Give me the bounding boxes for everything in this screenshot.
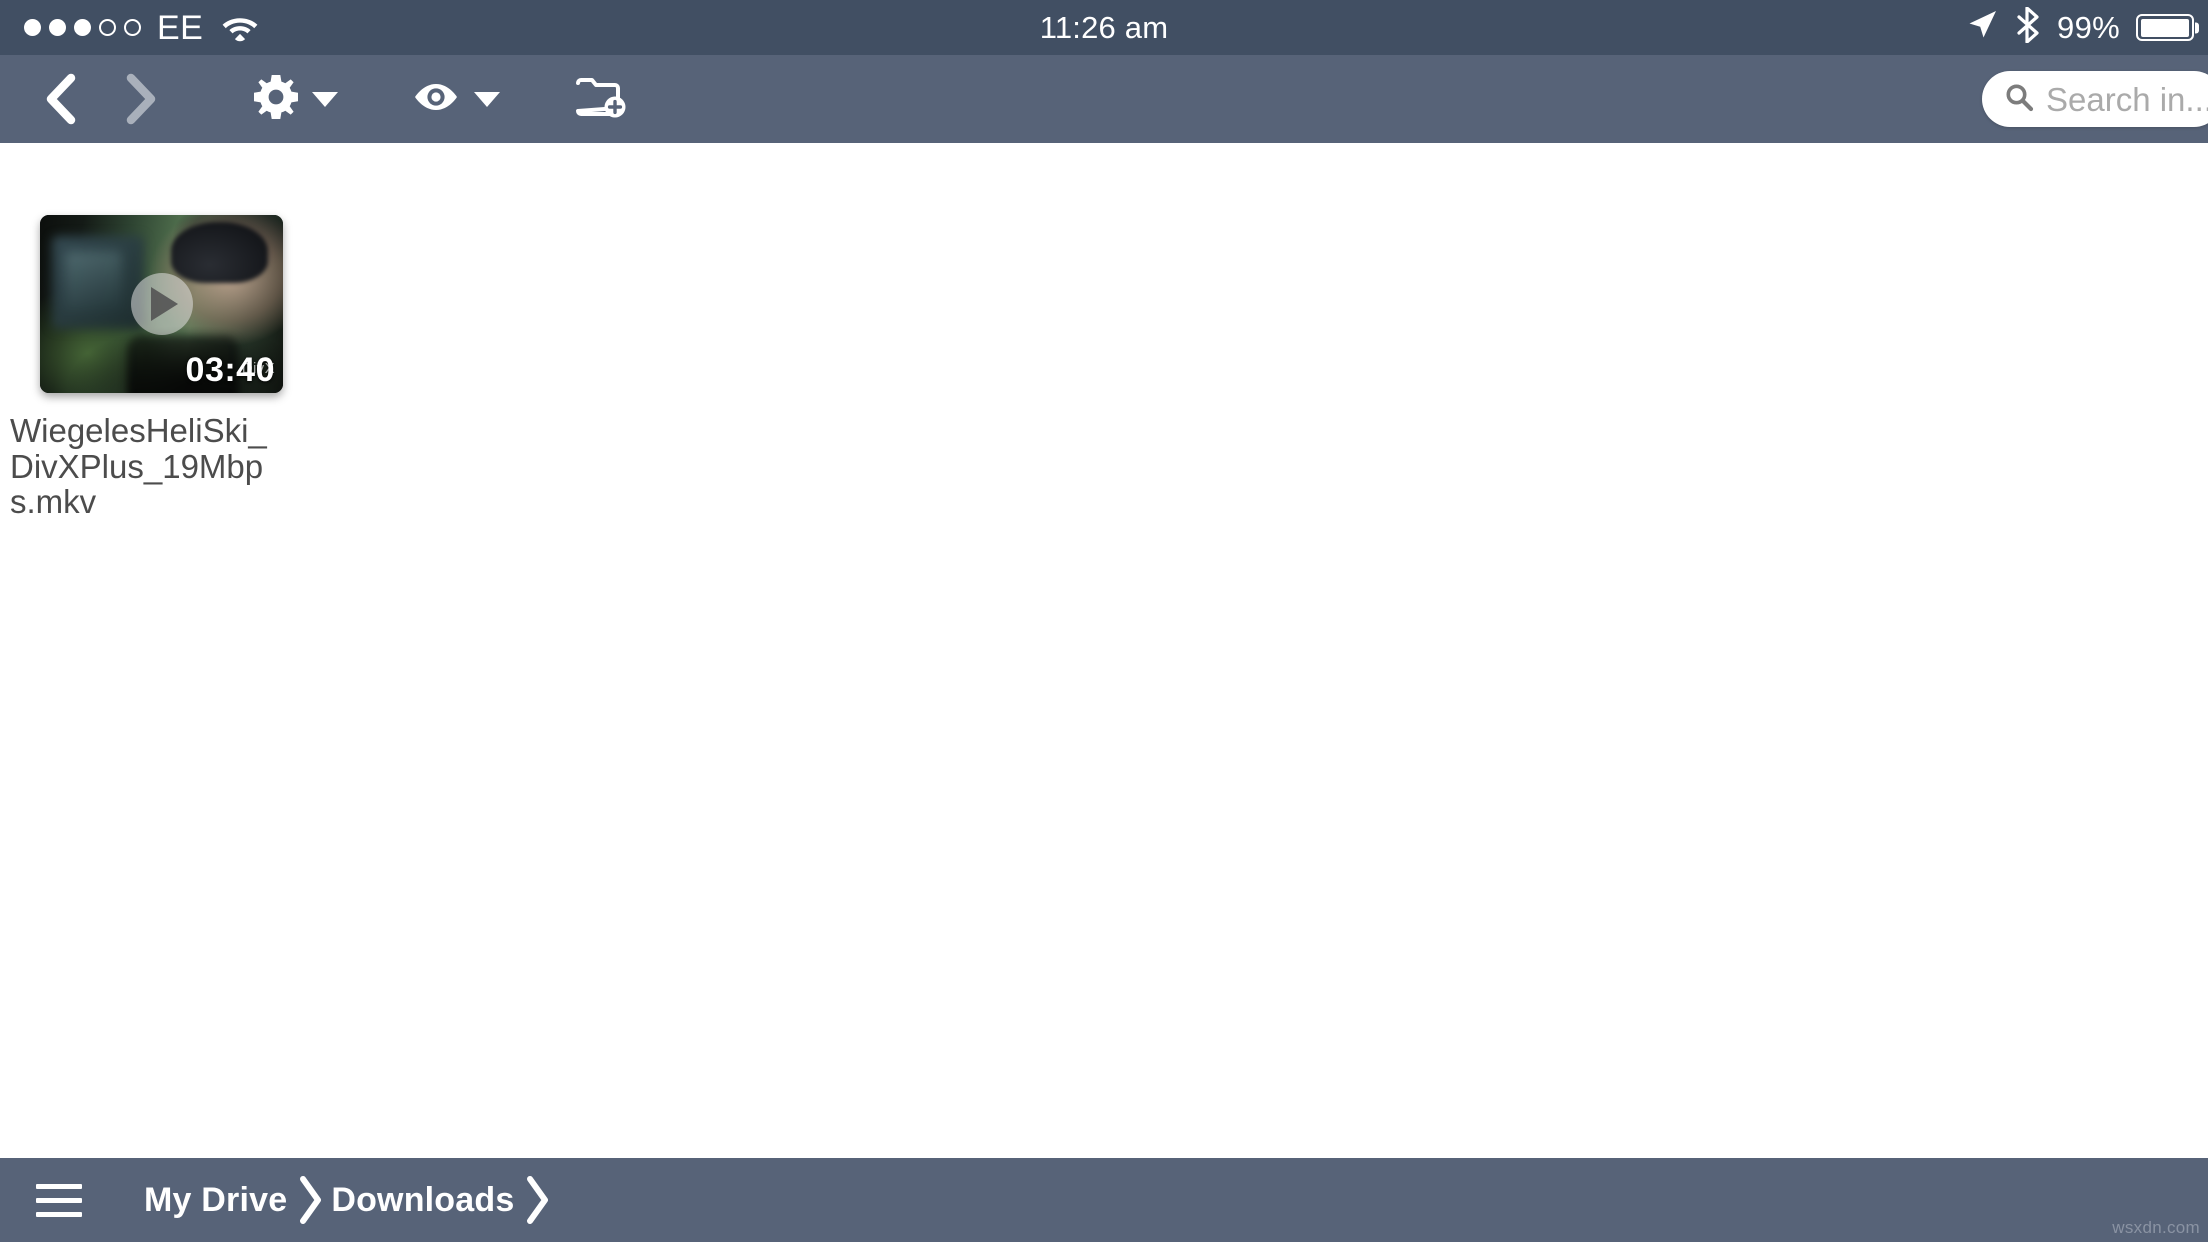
hamburger-menu-icon[interactable] (36, 1183, 82, 1217)
settings-caret-down-icon (312, 91, 338, 107)
breadcrumb-item-downloads[interactable]: Downloads (331, 1183, 514, 1217)
thumbnail-watermark: DivX (241, 360, 275, 377)
search-input-placeholder: Search in... (2046, 80, 2208, 118)
breadcrumb: My Drive Downloads (144, 1174, 558, 1226)
thumbnail-subject-blur (171, 222, 269, 283)
video-thumbnail[interactable]: 03:40 DivX (40, 215, 283, 393)
file-grid: 03:40 DivX WiegelesHeliSki_DivXPlus_19Mb… (0, 143, 2208, 520)
file-browser-content: 03:40 DivX WiegelesHeliSki_DivXPlus_19Mb… (0, 143, 2208, 1158)
search-icon (2004, 82, 2034, 117)
file-tile[interactable]: 03:40 DivX WiegelesHeliSki_DivXPlus_19Mb… (10, 215, 285, 520)
status-bar-right: 99% (1965, 6, 2194, 48)
play-icon[interactable] (130, 273, 193, 335)
bottom-bar: My Drive Downloads wsxdn.com (0, 1158, 2208, 1242)
breadcrumb-separator-chevron-right-icon (295, 1174, 325, 1226)
app-window: EE 11:26 am 99% Search in... 03:40 DivX … (0, 0, 2208, 1242)
gear-icon (254, 74, 298, 124)
battery-percent-label: 99% (2057, 9, 2120, 45)
new-folder-button[interactable] (566, 55, 636, 143)
status-bar: EE 11:26 am 99% (0, 0, 2208, 55)
settings-button[interactable] (236, 55, 356, 143)
toolbar: Search in... (0, 55, 2208, 143)
breadcrumb-item-my-drive[interactable]: My Drive (144, 1183, 287, 1217)
status-bar-clock: 11:26 am (1039, 10, 1169, 45)
view-caret-down-icon (474, 91, 500, 107)
breadcrumb-separator-chevron-right-icon-2 (522, 1174, 552, 1226)
location-arrow-icon (1965, 8, 1999, 47)
thumbnail-monitor-blur (52, 236, 145, 329)
view-button[interactable] (394, 55, 518, 143)
file-name-label: WiegelesHeliSki_DivXPlus_19Mbps.mkv (10, 412, 267, 521)
search-field[interactable]: Search in... (1982, 71, 2208, 127)
eye-icon (412, 81, 460, 118)
folder-plus-icon (575, 74, 627, 125)
bluetooth-icon (2015, 6, 2041, 48)
forward-button[interactable] (100, 55, 178, 143)
battery-icon (2136, 14, 2194, 41)
page-watermark: wsxdn.com (2112, 1218, 2200, 1237)
back-button[interactable] (22, 55, 100, 143)
